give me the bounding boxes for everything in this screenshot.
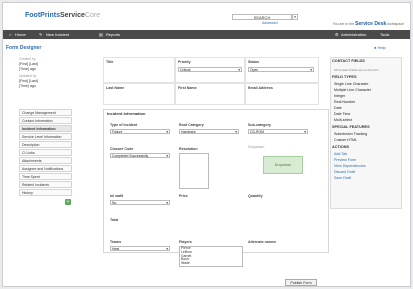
created-by-time: [Time] ago	[19, 67, 36, 71]
alternate-names-label: Alternate names	[248, 240, 276, 244]
nav-home[interactable]: Home	[15, 32, 26, 37]
closure-code-select[interactable]: Completed Successfully ▾	[110, 153, 170, 158]
main-nav-bar: ⌂ Home ✎ New Incident ▤ Reports ⚙ Admini…	[3, 30, 410, 39]
dropdown-drop-zone[interactable]: Dropdown	[263, 156, 303, 174]
type-select[interactable]: Failure ▾	[110, 129, 170, 134]
sidebar-item-related-incidents[interactable]: Related Incidents	[19, 181, 72, 188]
field-type-item[interactable]: Multiple Line Character	[334, 88, 371, 92]
field-types-heading[interactable]: FIELD TYPES	[332, 75, 400, 80]
status-label: Status	[248, 60, 259, 64]
sidebar-item-assignee[interactable]: Assignee and Notifications	[19, 165, 72, 172]
field-type-item[interactable]: Integer	[334, 94, 345, 98]
add-tab-icon[interactable]: +	[65, 199, 71, 205]
field-type-item[interactable]: Date	[334, 106, 342, 110]
help-link[interactable]: ● Help	[374, 45, 386, 50]
special-feature-item[interactable]: Custom HTML	[334, 138, 357, 142]
teams-label: Teams	[110, 240, 122, 244]
priority-label: Priority	[178, 60, 191, 64]
nav-administration[interactable]: Administration	[341, 32, 366, 37]
sidebar-item-attachments[interactable]: Attachments	[19, 157, 72, 164]
new-incident-icon: ✎	[39, 32, 43, 37]
updated-by-name: [First] [Last]	[19, 79, 38, 83]
save-draft-link[interactable]: Save Draft	[334, 176, 351, 180]
field-type-item[interactable]: Single Line Character	[334, 82, 369, 86]
title-field-cell[interactable]: Title	[103, 57, 175, 83]
special-feature-item[interactable]: Submission Tracking	[334, 132, 367, 136]
created-by-name: [First] [Last]	[19, 62, 38, 66]
title-label: Title	[106, 60, 114, 64]
updated-by-time: [Time] ago	[19, 84, 36, 88]
top-bar: FootPrintsServiceCore SEARCH ▾ Advanced …	[3, 3, 410, 27]
email-cell[interactable]: Email Address	[245, 83, 319, 105]
reports-icon: ▤	[99, 32, 103, 37]
field-type-item[interactable]: Date Time	[334, 112, 350, 116]
workspace-indicator: You are in the Service Desk workspace	[332, 21, 404, 27]
teams-select[interactable]: Heat ▾	[110, 246, 170, 251]
brand-logo: FootPrintsServiceCore	[25, 12, 101, 19]
ini-wallt-label: Ini wallt	[110, 194, 124, 198]
ini-wallt-select[interactable]: No ▾	[110, 200, 170, 205]
sidebar-item-contact-information[interactable]: Contact Information	[19, 117, 72, 124]
search-input[interactable]: SEARCH	[232, 14, 292, 20]
updated-by-label: Updated by	[19, 74, 37, 78]
contact-fields-note: All Contact Fields are on the form	[334, 68, 379, 72]
app-window: FootPrintsServiceCore SEARCH ▾ Advanced …	[2, 2, 411, 287]
special-features-heading[interactable]: SPECIAL FEATURES	[332, 125, 400, 130]
players-label: Players	[179, 240, 192, 244]
publish-form-button[interactable]: Publish Form	[285, 279, 317, 286]
closure-code-label: Closure Code	[110, 147, 134, 151]
sidebar-item-change-management[interactable]: Change Management	[19, 109, 72, 116]
email-label: Email Address	[248, 86, 273, 90]
home-icon: ⌂	[9, 32, 12, 37]
nav-new-incident[interactable]: New Incident	[46, 32, 69, 37]
search-dropdown-button[interactable]: ▾	[292, 14, 298, 20]
total-label: Total	[110, 218, 119, 222]
field-type-item[interactable]: Real Number	[334, 100, 355, 104]
quantity-label: Quantity	[248, 194, 263, 198]
first-name-label: First Name	[178, 86, 197, 90]
price-label: Price	[179, 194, 188, 198]
view-dependencies-link[interactable]: View Dependencies	[334, 164, 366, 168]
contact-fields-heading[interactable]: CONTACT FIELDS	[332, 59, 400, 64]
field-type-item[interactable]: Multi-select	[334, 118, 352, 122]
last-name-label: Last Name	[106, 86, 125, 90]
page-title: Form Designer	[6, 45, 42, 51]
status-select[interactable]: Open ▾	[248, 67, 314, 72]
resolution-textarea[interactable]	[179, 153, 209, 189]
sidebar-item-incident-information[interactable]: Incident Information	[19, 125, 72, 132]
sub-category-select[interactable]: CD-ROM ▾	[248, 129, 308, 134]
status-field-cell[interactable]: Status Open ▾	[245, 57, 319, 83]
incident-section-title: Incident Information	[107, 111, 146, 116]
dropdown-area-label: Dropdown	[248, 145, 265, 149]
nav-tools[interactable]: Tools	[380, 32, 389, 37]
players-listbox[interactable]: Pierce LeBron Garnet Bosh Wade	[179, 246, 243, 267]
sidebar-item-ci-links[interactable]: CI Links	[19, 149, 72, 156]
gear-icon: ⚙	[335, 32, 339, 37]
resolution-label: Resolution	[179, 147, 198, 151]
preview-form-link[interactable]: Preview Form	[334, 158, 356, 162]
nav-reports[interactable]: Reports	[106, 32, 120, 37]
sidebar-item-service-level[interactable]: Service Level Information	[19, 133, 72, 140]
sub-category-label: Sub-category	[248, 123, 271, 127]
sidebar-item-description[interactable]: Description	[19, 141, 72, 148]
sidebar-item-time-spent[interactable]: Time Spent	[19, 173, 72, 180]
sidebar-item-history[interactable]: History	[19, 189, 72, 196]
actions-heading: ACTIONS	[332, 145, 350, 149]
priority-field-cell[interactable]: Priority Critical ▾	[175, 57, 245, 83]
first-name-cell[interactable]: First Name	[175, 83, 245, 105]
root-category-label: Root Category	[179, 123, 204, 127]
root-category-select[interactable]: Hardware ▾	[179, 129, 239, 134]
type-label: Type of Incident	[110, 123, 138, 127]
priority-select[interactable]: Critical ▾	[178, 67, 242, 72]
add-tab-link[interactable]: Add Tab	[334, 152, 347, 156]
discard-draft-link[interactable]: Discard Draft	[334, 170, 355, 174]
created-by-label: Created by	[19, 57, 36, 61]
list-item[interactable]: Wade	[181, 261, 242, 266]
advanced-search-link[interactable]: Advanced	[262, 21, 278, 25]
last-name-cell[interactable]: Last Name	[103, 83, 175, 105]
help-icon: ●	[374, 45, 377, 50]
